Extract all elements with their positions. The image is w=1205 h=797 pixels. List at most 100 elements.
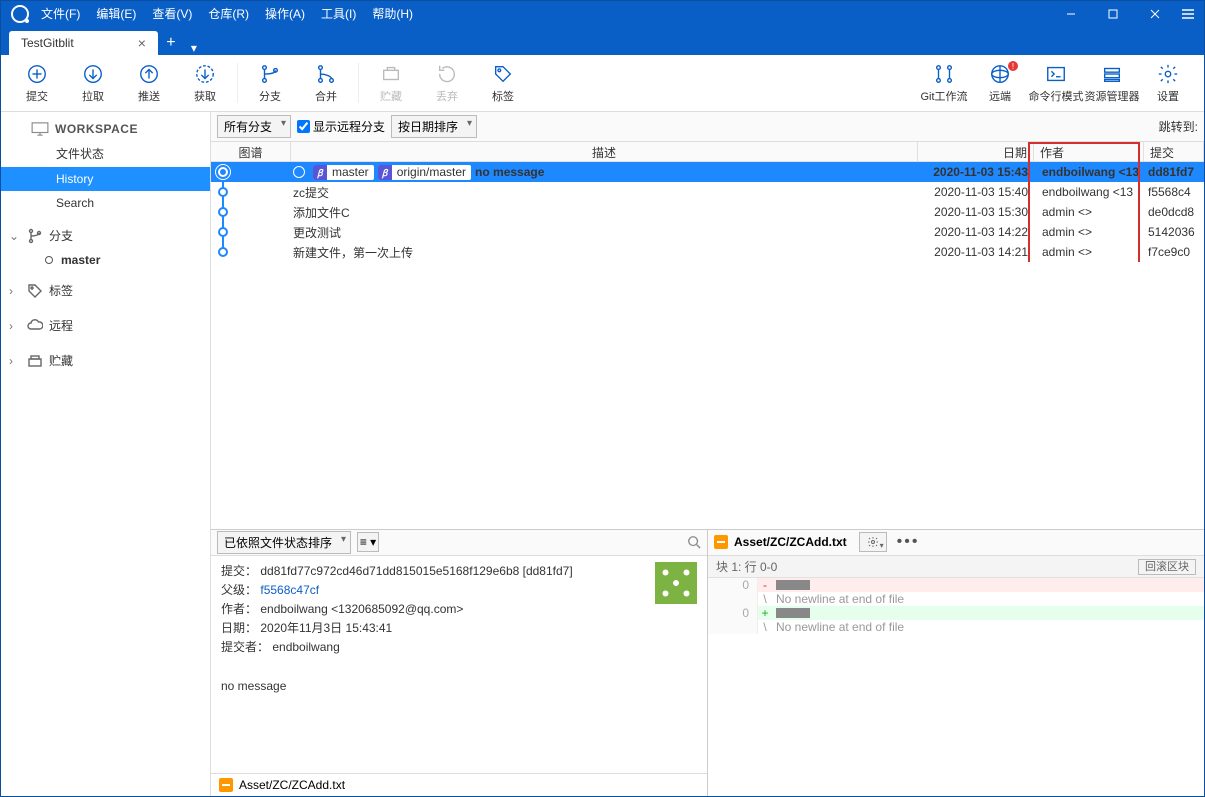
remote-button[interactable]: !远端	[972, 57, 1028, 109]
show-remote-checkbox[interactable]: 显示远程分支	[297, 118, 385, 135]
new-tab-button[interactable]: +	[158, 31, 184, 55]
discard-button[interactable]: 丢弃	[419, 57, 475, 109]
cloud-icon	[27, 318, 43, 334]
workspace-header[interactable]: WORKSPACE	[1, 118, 210, 140]
terminal-button[interactable]: 命令行模式	[1028, 57, 1084, 109]
search-icon[interactable]	[687, 535, 701, 549]
commit-table: 图谱 描述 日期 作者 提交 ꞵmasterꞵorigin/master no …	[211, 142, 1204, 262]
col-graph[interactable]: 图谱	[211, 142, 291, 161]
pull-button[interactable]: 拉取	[65, 57, 121, 109]
commit-row[interactable]: 新建文件，第一次上传2020-11-03 14:21admin <>f7ce9c…	[211, 242, 1204, 262]
diff-toolbar: Asset/ZC/ZCAdd.txt •••	[708, 530, 1204, 556]
menu-action[interactable]: 操作(A)	[259, 3, 311, 24]
minimize-button[interactable]	[1050, 1, 1092, 26]
redacted-text	[776, 580, 810, 590]
sidebar-item-search[interactable]: Search	[1, 191, 210, 215]
repo-tab[interactable]: TestGitblit ×	[9, 31, 158, 55]
repo-tab-label: TestGitblit	[21, 36, 74, 50]
branch-dot-icon	[45, 256, 53, 264]
tag-button[interactable]: 标签	[475, 57, 531, 109]
commit-table-header: 图谱 描述 日期 作者 提交	[211, 142, 1204, 162]
branch-icon	[27, 228, 43, 244]
menu-edit[interactable]: 编辑(E)	[90, 3, 142, 24]
changed-file-item[interactable]: Asset/ZC/ZCAdd.txt	[211, 773, 707, 796]
app-window: 文件(F) 编辑(E) 查看(V) 仓库(R) 操作(A) 工具(I) 帮助(H…	[0, 0, 1205, 797]
chevron-down-icon: ⌄	[9, 229, 21, 243]
file-modified-icon	[219, 778, 233, 792]
monitor-icon	[31, 122, 49, 136]
commit-detail-area: 已依照文件状态排序 ≡ ▾ 提交： dd81fd77c972cd46d71dd8…	[211, 529, 1204, 797]
jump-to-label: 跳转到:	[1159, 118, 1198, 135]
menu-repo[interactable]: 仓库(R)	[202, 3, 255, 24]
col-desc[interactable]: 描述	[291, 142, 918, 161]
sidebar-section-tags[interactable]: › 标签	[1, 276, 210, 305]
commit-row[interactable]: ꞵmasterꞵorigin/master no message2020-11-…	[211, 162, 1204, 182]
file-sort-combo[interactable]: 已依照文件状态排序	[217, 531, 351, 554]
tab-close-icon[interactable]: ×	[134, 35, 150, 51]
toolbar: 提交 拉取 推送 获取 分支 合并 贮藏 丢弃 标签 Git工作流 !远端 命令…	[1, 55, 1204, 112]
detail-left-toolbar: 已依照文件状态排序 ≡ ▾	[211, 530, 707, 556]
commit-metadata: 提交： dd81fd77c972cd46d71dd815015e5168f129…	[211, 556, 707, 702]
menu-help[interactable]: 帮助(H)	[366, 3, 419, 24]
avatar-icon	[655, 562, 697, 604]
current-commit-icon	[293, 166, 305, 178]
branch-filter-combo[interactable]: 所有分支	[217, 115, 291, 138]
detail-left-panel: 已依照文件状态排序 ≡ ▾ 提交： dd81fd77c972cd46d71dd8…	[211, 530, 708, 797]
branch-badge[interactable]: ꞵorigin/master	[378, 165, 471, 180]
content: 所有分支 显示远程分支 按日期排序 跳转到: 图谱 描述 日期 作者 提交 ꞵm…	[211, 112, 1204, 796]
gitflow-button[interactable]: Git工作流	[916, 57, 972, 109]
explorer-button[interactable]: 资源管理器	[1084, 57, 1140, 109]
diff-hunk-header: 块 1: 行 0-0 回滚区块	[708, 556, 1204, 578]
sidebar-branch-master[interactable]: master	[1, 250, 210, 270]
diff-body: 0- \No newline at end of file 0+ \No new…	[708, 578, 1204, 634]
list-view-button[interactable]: ≡ ▾	[357, 532, 379, 552]
chevron-right-icon: ›	[9, 354, 21, 368]
menu-tool[interactable]: 工具(I)	[315, 3, 362, 24]
col-author[interactable]: 作者	[1034, 142, 1144, 161]
file-modified-icon	[714, 535, 728, 549]
sidebar-section-remotes[interactable]: › 远程	[1, 311, 210, 340]
sidebar: WORKSPACE 文件状态 History Search ⌄ 分支 maste…	[1, 112, 211, 796]
menu-view[interactable]: 查看(V)	[146, 3, 198, 24]
diff-file-name: Asset/ZC/ZCAdd.txt	[734, 535, 847, 549]
chevron-right-icon: ›	[9, 319, 21, 333]
maximize-button[interactable]	[1092, 1, 1134, 26]
tab-dropdown-icon[interactable]: ▾	[184, 41, 204, 55]
commit-row[interactable]: 添加文件C2020-11-03 15:30admin <>de0dcd8	[211, 202, 1204, 222]
main-area: WORKSPACE 文件状态 History Search ⌄ 分支 maste…	[1, 112, 1204, 796]
col-commit[interactable]: 提交	[1144, 142, 1204, 161]
sidebar-item-history[interactable]: History	[1, 167, 210, 191]
chevron-right-icon: ›	[9, 284, 21, 298]
parent-link[interactable]: f5568c47cf	[260, 583, 319, 597]
sort-combo[interactable]: 按日期排序	[391, 115, 477, 138]
merge-button[interactable]: 合并	[298, 57, 354, 109]
diff-panel: Asset/ZC/ZCAdd.txt ••• 块 1: 行 0-0 回滚区块 0…	[708, 530, 1204, 797]
stash-icon	[27, 353, 43, 369]
redacted-text	[776, 608, 810, 618]
commit-row[interactable]: zc提交2020-11-03 15:40endboilwang <13f5568…	[211, 182, 1204, 202]
tag-icon	[27, 283, 43, 299]
col-date[interactable]: 日期	[918, 142, 1034, 161]
titlebar: 文件(F) 编辑(E) 查看(V) 仓库(R) 操作(A) 工具(I) 帮助(H…	[1, 1, 1204, 26]
diff-settings-button[interactable]	[859, 532, 887, 552]
main-menu: 文件(F) 编辑(E) 查看(V) 仓库(R) 操作(A) 工具(I) 帮助(H…	[35, 3, 419, 24]
sidebar-item-filestatus[interactable]: 文件状态	[1, 140, 210, 167]
branch-button[interactable]: 分支	[242, 57, 298, 109]
sidebar-section-branches[interactable]: ⌄ 分支	[1, 221, 210, 250]
branch-badge[interactable]: ꞵmaster	[313, 165, 374, 180]
filter-bar: 所有分支 显示远程分支 按日期排序 跳转到:	[211, 112, 1204, 142]
diff-more-button[interactable]: •••	[893, 533, 924, 551]
commit-button[interactable]: 提交	[9, 57, 65, 109]
stash-button[interactable]: 贮藏	[363, 57, 419, 109]
hamburger-icon[interactable]	[1176, 1, 1200, 26]
rollback-hunk-button[interactable]: 回滚区块	[1138, 559, 1196, 575]
menu-file[interactable]: 文件(F)	[35, 3, 86, 24]
commit-row[interactable]: 更改测试2020-11-03 14:22admin <>5142036	[211, 222, 1204, 242]
push-button[interactable]: 推送	[121, 57, 177, 109]
fetch-button[interactable]: 获取	[177, 57, 233, 109]
repo-tabstrip: TestGitblit × + ▾	[1, 26, 1204, 55]
sidebar-section-stashes[interactable]: › 贮藏	[1, 346, 210, 375]
app-logo-icon	[11, 5, 29, 23]
close-button[interactable]	[1134, 1, 1176, 26]
settings-button[interactable]: 设置	[1140, 57, 1196, 109]
